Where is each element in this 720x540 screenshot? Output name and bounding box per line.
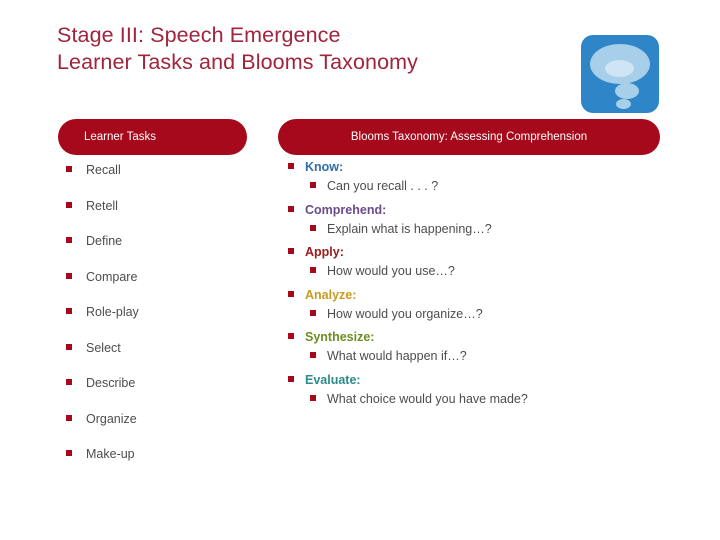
blooms-taxonomy-list: Know: Can you recall . . . ? Comprehend: Ex… <box>288 160 678 415</box>
blooms-level-group: Know: Can you recall . . . ? <box>288 160 678 193</box>
blooms-level-question-row: Can you recall . . . ? <box>288 179 678 193</box>
blooms-level-heading: Evaluate: <box>288 373 678 387</box>
square-bullet-icon <box>66 414 72 421</box>
learner-task-item: Recall <box>66 163 266 199</box>
blooms-level-heading: Synthesize: <box>288 330 678 344</box>
blooms-level-group: Synthesize: What would happen if…? <box>288 330 678 363</box>
blooms-level-question: How would you organize…? <box>327 306 483 321</box>
learner-task-item: Compare <box>66 270 266 306</box>
blooms-level-question-row: How would you use…? <box>288 264 678 278</box>
blooms-level-group: Comprehend: Explain what is happening…? <box>288 203 678 236</box>
blooms-level-heading: Comprehend: <box>288 203 678 217</box>
page-title-line-2: Learner Tasks and Blooms Taxonomy <box>57 50 419 74</box>
learner-tasks-list: Recall Retell Define Compare Role-play Select… <box>66 163 266 483</box>
learner-task-item: Role-play <box>66 305 266 341</box>
learner-task-label: Organize <box>86 411 137 426</box>
blooms-level-label: Evaluate: <box>305 372 361 387</box>
learner-task-label: Recall <box>86 163 121 177</box>
square-bullet-icon <box>310 267 316 273</box>
square-bullet-icon <box>310 394 316 401</box>
square-bullet-icon <box>288 205 294 212</box>
square-bullet-icon <box>66 237 72 243</box>
learner-tasks-header-label: Learner Tasks <box>84 131 157 143</box>
blooms-level-heading: Analyze: <box>288 288 678 302</box>
square-bullet-icon <box>288 375 294 382</box>
blooms-level-label: Know: <box>305 160 344 174</box>
learner-task-label: Retell <box>86 198 118 213</box>
speech-bubble-icon <box>581 35 659 113</box>
learner-task-item: Retell <box>66 199 266 235</box>
blooms-level-heading: Apply: <box>288 245 678 259</box>
speech-bubble-inner-ellipse <box>605 60 634 77</box>
blooms-level-question: How would you use…? <box>327 264 455 278</box>
blooms-taxonomy-header-label: Blooms Taxonomy: Assessing Comprehension <box>350 131 588 143</box>
square-bullet-icon <box>66 379 72 385</box>
blooms-level-group: Analyze: How would you organize…? <box>288 288 678 321</box>
blooms-level-question: Explain what is happening…? <box>327 221 492 236</box>
square-bullet-icon <box>310 224 316 231</box>
learner-task-item: Describe <box>66 376 266 412</box>
blooms-level-question: What would happen if…? <box>327 349 467 363</box>
square-bullet-icon <box>66 166 72 172</box>
square-bullet-icon <box>66 201 72 208</box>
blooms-level-question: Can you recall . . . ? <box>327 179 439 193</box>
blooms-level-question-row: What choice would you have made? <box>288 392 678 406</box>
blooms-level-question-row: Explain what is happening…? <box>288 222 678 236</box>
blooms-level-question: What choice would you have made? <box>327 391 528 406</box>
square-bullet-icon <box>310 352 316 358</box>
square-bullet-icon <box>288 290 294 297</box>
square-bullet-icon <box>66 272 72 279</box>
square-bullet-icon <box>288 163 294 169</box>
learner-task-item: Select <box>66 341 266 377</box>
slide-canvas: Stage III: Speech Emergence Learner Task… <box>0 0 720 540</box>
learner-task-label: Make-up <box>86 447 135 461</box>
learner-task-label: Compare <box>86 269 138 284</box>
learner-task-label: Select <box>86 340 121 355</box>
page-title: Stage III: Speech Emergence Learner Task… <box>57 22 562 76</box>
blooms-level-question-row: What would happen if…? <box>288 349 678 363</box>
square-bullet-icon <box>310 309 316 316</box>
learner-task-item: Organize <box>66 412 266 448</box>
learner-task-label: Role-play <box>86 305 139 319</box>
square-bullet-icon <box>66 343 72 350</box>
speech-bubble-mid-ellipse <box>615 83 639 99</box>
blooms-taxonomy-header: Blooms Taxonomy: Assessing Comprehension <box>278 119 660 155</box>
blooms-level-group: Evaluate: What choice would you have made… <box>288 373 678 406</box>
blooms-level-label: Comprehend: <box>305 202 387 217</box>
blooms-level-heading: Know: <box>288 160 678 174</box>
learner-task-item: Define <box>66 234 266 270</box>
blooms-level-label: Apply: <box>305 245 344 259</box>
learner-task-label: Describe <box>86 376 136 390</box>
square-bullet-icon <box>310 182 316 188</box>
learner-tasks-header: Learner Tasks <box>58 119 247 155</box>
blooms-level-label: Synthesize: <box>305 330 375 344</box>
square-bullet-icon <box>288 248 294 254</box>
learner-task-label: Define <box>86 234 123 248</box>
square-bullet-icon <box>288 333 294 339</box>
blooms-level-label: Analyze: <box>305 287 357 302</box>
speech-bubble-small-ellipse <box>616 99 631 109</box>
square-bullet-icon <box>66 450 72 456</box>
learner-task-item: Make-up <box>66 447 266 483</box>
blooms-level-question-row: How would you organize…? <box>288 307 678 321</box>
blooms-level-group: Apply: How would you use…? <box>288 245 678 278</box>
page-title-line-1: Stage III: Speech Emergence <box>57 23 341 47</box>
square-bullet-icon <box>66 308 72 314</box>
